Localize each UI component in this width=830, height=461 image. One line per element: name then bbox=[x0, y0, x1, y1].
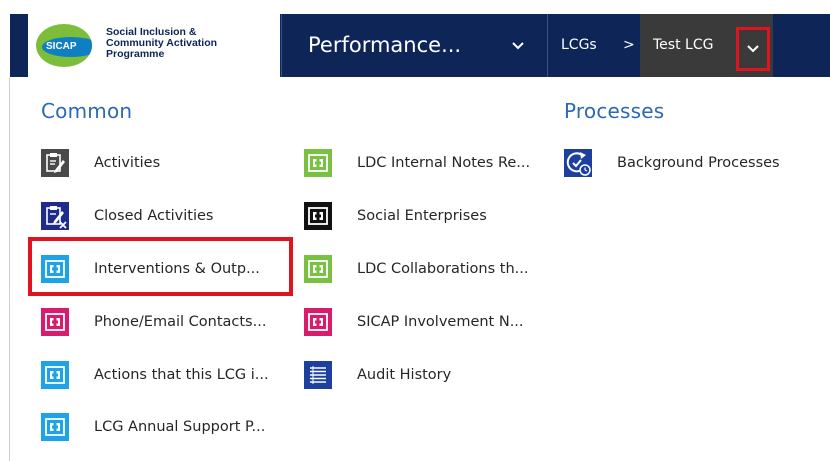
puzzle-icon bbox=[304, 202, 332, 230]
audit-history-icon bbox=[304, 361, 332, 389]
sicap-logo-mark: SICAP bbox=[36, 24, 92, 67]
breadcrumb-test-lcg[interactable]: Test LCG bbox=[653, 14, 713, 77]
menu-item-closed-activities[interactable]: Closed Activities bbox=[41, 195, 213, 237]
menu-item-social-enterprises[interactable]: Social Enterprises bbox=[304, 195, 487, 237]
menu-item-actions-lcg[interactable]: Actions that this LCG i... bbox=[41, 354, 269, 396]
menu-item-label: LDC Collaborations th... bbox=[357, 261, 529, 277]
puzzle-icon bbox=[41, 255, 69, 283]
menu-item-label: SICAP Involvement N... bbox=[357, 314, 524, 330]
breadcrumb-lcgs[interactable]: LCGs bbox=[561, 14, 597, 77]
nav-area-chevron-icon[interactable] bbox=[511, 14, 525, 77]
menu-item-phone-email-contacts[interactable]: Phone/Email Contacts... bbox=[41, 301, 266, 343]
menu-item-ldc-internal-notes[interactable]: LDC Internal Notes Re... bbox=[304, 142, 530, 184]
menu-item-label: Audit History bbox=[357, 367, 452, 383]
menu-item-label: Social Enterprises bbox=[357, 208, 487, 224]
menu-item-lcg-annual-support[interactable]: LCG Annual Support P... bbox=[41, 406, 265, 448]
dropdown-panel-border bbox=[9, 77, 10, 461]
nav-area-selector[interactable]: Performance... bbox=[308, 14, 461, 77]
menu-item-sicap-involvement[interactable]: SICAP Involvement N... bbox=[304, 301, 524, 343]
puzzle-icon bbox=[41, 361, 69, 389]
puzzle-icon bbox=[304, 255, 332, 283]
background-processes-icon bbox=[564, 149, 592, 177]
menu-item-label: LDC Internal Notes Re... bbox=[357, 155, 531, 171]
menu-item-background-processes[interactable]: Background Processes bbox=[564, 142, 780, 184]
sicap-logo[interactable]: SICAP Social Inclusion & Community Activ… bbox=[28, 14, 280, 77]
menu-item-label: Background Processes bbox=[617, 155, 780, 171]
menu-item-label: Activities bbox=[94, 155, 161, 171]
menu-item-label: LCG Annual Support P... bbox=[94, 419, 266, 435]
sicap-logo-badge: SICAP bbox=[42, 37, 92, 57]
chevron-down-icon bbox=[747, 45, 759, 53]
nav-separator bbox=[281, 14, 282, 77]
top-navigation-bar: SICAP Social Inclusion & Community Activ… bbox=[0, 0, 830, 77]
menu-item-audit-history[interactable]: Audit History bbox=[304, 354, 451, 396]
menu-item-label: Interventions & Outp... bbox=[94, 261, 260, 277]
menu-item-label: Actions that this LCG i... bbox=[94, 367, 269, 383]
logo-text-line: Programme bbox=[106, 48, 165, 60]
section-title-processes: Processes bbox=[564, 99, 665, 123]
puzzle-icon bbox=[41, 308, 69, 336]
breadcrumb-dropdown-button[interactable] bbox=[736, 27, 770, 71]
closed-activities-icon bbox=[41, 202, 69, 230]
menu-item-ldc-collaborations[interactable]: LDC Collaborations th... bbox=[304, 248, 528, 290]
menu-item-interventions-outputs[interactable]: Interventions & Outp... bbox=[41, 248, 260, 290]
menu-item-label: Closed Activities bbox=[94, 208, 214, 224]
puzzle-icon bbox=[304, 149, 332, 177]
puzzle-icon bbox=[304, 308, 332, 336]
activities-icon bbox=[41, 149, 69, 177]
breadcrumb-separator-icon: > bbox=[623, 37, 635, 53]
sicap-logo-text: Social Inclusion & Community Activation … bbox=[106, 27, 276, 60]
puzzle-icon bbox=[41, 413, 69, 441]
section-title-common: Common bbox=[41, 99, 133, 123]
menu-item-label: Phone/Email Contacts... bbox=[94, 314, 267, 330]
nav-separator bbox=[547, 14, 548, 77]
menu-item-activities[interactable]: Activities bbox=[41, 142, 160, 184]
